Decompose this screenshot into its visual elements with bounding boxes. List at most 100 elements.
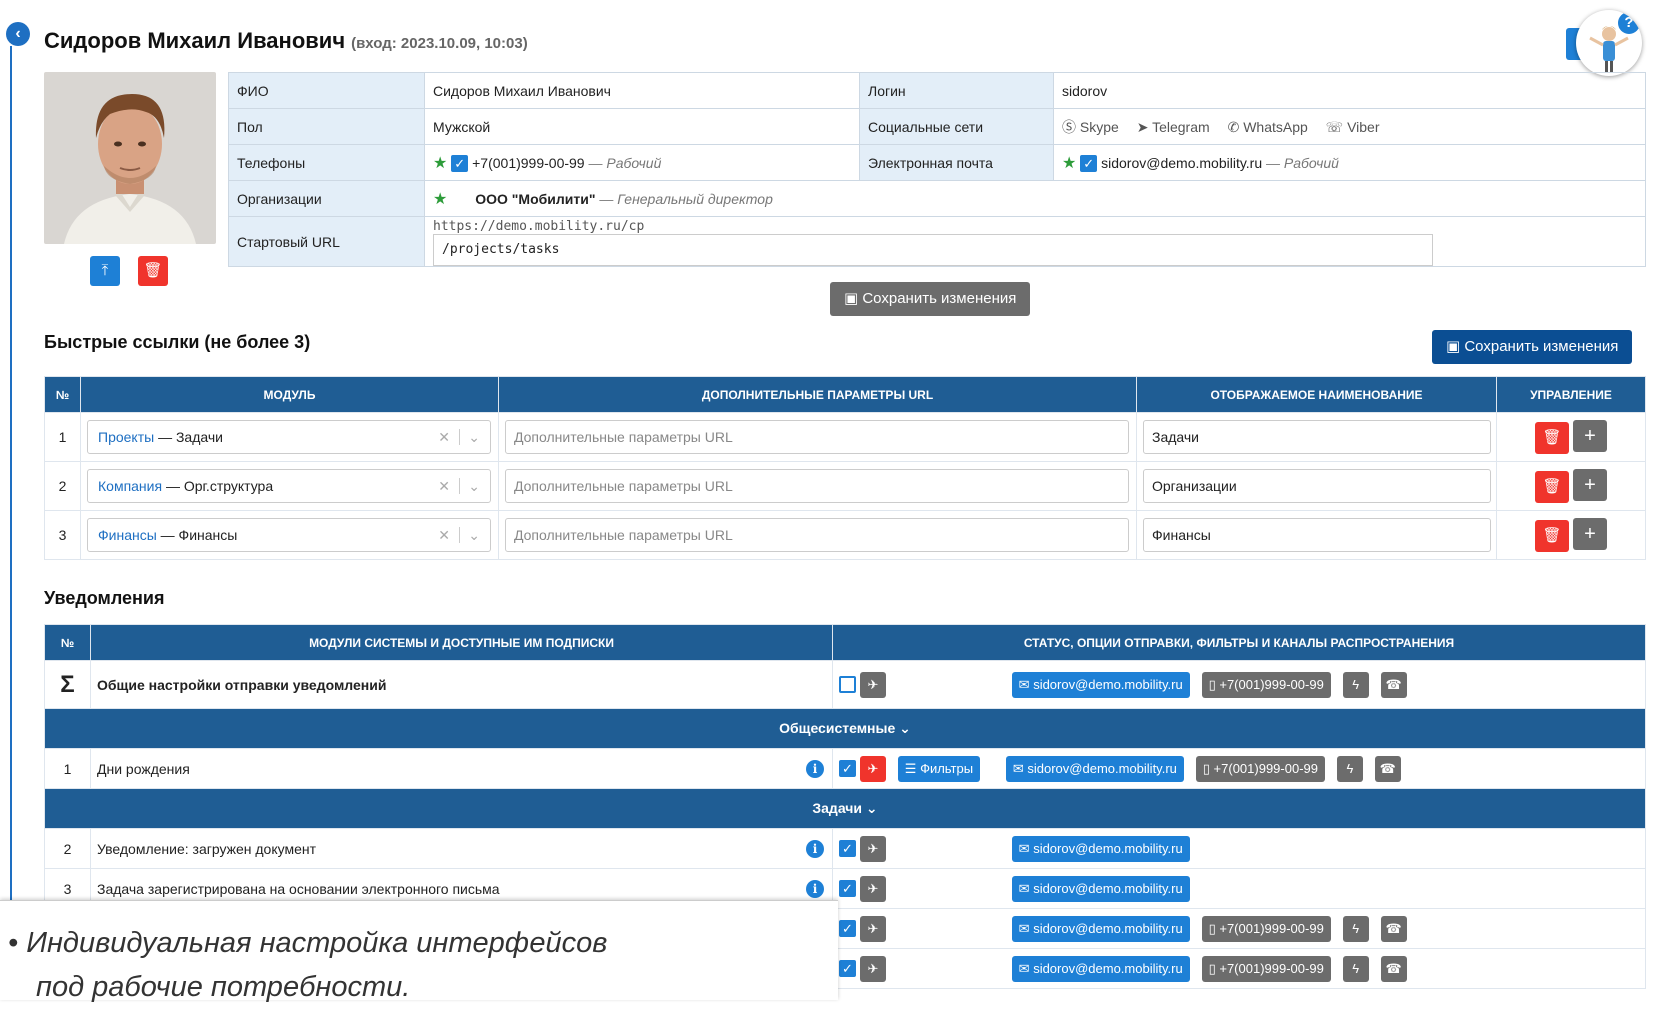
flash-icon[interactable]: ϟ xyxy=(1342,955,1369,982)
email-channel[interactable]: ✉ sidorov@demo.mobility.ru xyxy=(1005,755,1184,782)
caption-line-1: Индивидуальная настройка интерфейсов xyxy=(26,927,608,959)
table-row: 2 Уведомление: загружен документ i ✓ ✈ ✉ … xyxy=(44,828,1646,869)
back-icon[interactable]: ‹ xyxy=(6,22,30,46)
display-name-input[interactable]: Организации xyxy=(1143,469,1491,503)
enable-checkbox[interactable]: ✓ xyxy=(839,920,856,937)
display-name-input[interactable]: Задачи xyxy=(1143,420,1491,454)
flash-icon[interactable]: ϟ xyxy=(1342,915,1369,942)
help-icon[interactable]: ? xyxy=(1618,12,1640,34)
phone-icon[interactable]: ☎ xyxy=(1380,671,1407,698)
delete-icon[interactable]: 🗑 xyxy=(1535,520,1570,552)
add-icon[interactable]: + xyxy=(1572,518,1607,550)
table-row: 2 Компания — Орг.структура ✕ ⌄ Дополнитель… xyxy=(44,461,1646,511)
email-value: sidorov@demo.mobility.ru xyxy=(1101,154,1263,171)
info-icon[interactable]: i xyxy=(806,880,824,898)
caption-line-2: под рабочие потребности. xyxy=(36,971,411,1003)
phone-icon[interactable]: ☎ xyxy=(1380,915,1407,942)
col-params: ДОПОЛНИТЕЛЬНЫЕ ПАРАМЕТРЫ URL xyxy=(498,376,1137,413)
email-cell: ★ ✓ sidorov@demo.mobility.ru — Рабочий xyxy=(1053,144,1646,181)
delete-photo-button[interactable]: 🗑 xyxy=(138,256,168,286)
display-name-input[interactable]: Финансы xyxy=(1143,518,1491,552)
whatsapp-link[interactable]: ✆ WhatsApp xyxy=(1228,119,1308,135)
email-channel[interactable]: ✉ sidorov@demo.mobility.ru xyxy=(1011,875,1190,902)
email-channel[interactable]: ✉ sidorov@demo.mobility.ru xyxy=(1011,915,1190,942)
col-modules: МОДУЛИ СИСТЕМЫ И ДОСТУПНЫЕ ИМ ПОДПИСКИ xyxy=(90,624,833,661)
primary-star-icon[interactable]: ★ xyxy=(433,191,447,208)
page-title: Сидоров Михаил Иванович (вход: 2023.10.09… xyxy=(44,28,528,53)
enable-checkbox[interactable]: ✓ xyxy=(839,960,856,977)
add-icon[interactable]: + xyxy=(1572,469,1607,501)
url-params-input[interactable]: Дополнительные параметры URL xyxy=(505,518,1129,552)
add-icon[interactable]: + xyxy=(1572,420,1607,452)
info-icon[interactable]: i xyxy=(806,760,824,778)
flash-icon[interactable]: ϟ xyxy=(1336,755,1363,782)
col-module: МОДУЛЬ xyxy=(80,376,499,413)
primary-star-icon[interactable]: ★ xyxy=(433,155,447,172)
send-icon[interactable]: ✈ xyxy=(859,755,886,782)
sms-channel[interactable]: ▯ +7(001)999-00-99 xyxy=(1201,955,1331,982)
col-number: № xyxy=(44,624,91,661)
upload-photo-button[interactable]: ⤒ xyxy=(90,256,120,286)
skype-link[interactable]: Ⓢ Skype xyxy=(1062,119,1119,135)
save-links-button[interactable]: ▣ Сохранить изменения xyxy=(1432,330,1633,364)
social-links: Ⓢ Skype ➤ Telegram ✆ WhatsApp ☏ Viber xyxy=(1053,108,1646,145)
flash-icon[interactable]: ϟ xyxy=(1342,671,1369,698)
sms-channel[interactable]: ▯ +7(001)999-00-99 xyxy=(1195,755,1325,782)
email-label: Электронная почта xyxy=(859,144,1054,181)
filters-button[interactable]: ☰ Фильтры xyxy=(897,755,981,782)
viber-link[interactable]: ☏ Viber xyxy=(1326,119,1380,135)
delete-icon[interactable]: 🗑 xyxy=(1535,471,1570,503)
send-icon[interactable]: ✈ xyxy=(859,835,886,862)
group-header[interactable]: Задачи ⌄ xyxy=(44,788,1646,829)
info-icon[interactable]: i xyxy=(806,840,824,858)
bullet: • xyxy=(8,927,27,959)
sms-channel[interactable]: ▯ +7(001)999-00-99 xyxy=(1201,671,1331,698)
notifications-title: Уведомления xyxy=(44,588,165,608)
send-icon[interactable]: ✈ xyxy=(859,915,886,942)
email-channel[interactable]: ✉ sidorov@demo.mobility.ru xyxy=(1011,955,1190,982)
enable-checkbox[interactable]: ✓ xyxy=(839,880,856,897)
enable-checkbox[interactable] xyxy=(839,676,856,693)
send-icon[interactable]: ✈ xyxy=(859,875,886,902)
phone-checkbox[interactable]: ✓ xyxy=(451,155,469,173)
col-status: СТАТУС, ОПЦИИ ОТПРАВКИ, ФИЛЬТРЫ И КАНАЛЫ… xyxy=(832,624,1646,661)
save-profile-button[interactable]: ▣ Сохранить изменения xyxy=(830,282,1031,316)
email-channel[interactable]: ✉ sidorov@demo.mobility.ru xyxy=(1011,835,1190,862)
fio-label: ФИО xyxy=(228,72,425,109)
clear-icon: ✕ xyxy=(438,478,450,494)
email-checkbox[interactable]: ✓ xyxy=(1080,155,1098,173)
module-select[interactable]: Финансы — Финансы ✕ ⌄ xyxy=(87,518,491,552)
email-type: — Рабочий xyxy=(1266,154,1339,171)
phone-icon[interactable]: ☎ xyxy=(1374,755,1401,782)
group-header[interactable]: Общесистемные ⌄ xyxy=(44,708,1646,749)
send-icon[interactable]: ✈ xyxy=(859,955,886,982)
gender-value: Мужской xyxy=(424,108,860,145)
delete-icon[interactable]: 🗑 xyxy=(1535,422,1570,454)
email-channel[interactable]: ✉ sidorov@demo.mobility.ru xyxy=(1011,671,1190,698)
org-label: Организации xyxy=(228,180,425,217)
start-url-input[interactable]: /projects/tasks xyxy=(433,234,1433,266)
table-row: 3 Финансы — Финансы ✕ ⌄ Дополнительные пар… xyxy=(44,510,1646,560)
org-cell: ★ ООО "Мобилити" — Генеральный директор xyxy=(424,180,1646,217)
module-select[interactable]: Проекты — Задачи ✕ ⌄ xyxy=(87,420,491,454)
phones-label: Телефоны xyxy=(228,144,425,181)
module-select[interactable]: Компания — Орг.структура ✕ ⌄ xyxy=(87,469,491,503)
phone-type: — Рабочий xyxy=(588,154,662,171)
help-assistant-icon[interactable]: ? xyxy=(1576,10,1642,76)
phone-value: +7(001)999-00-99 xyxy=(472,154,585,171)
primary-star-icon[interactable]: ★ xyxy=(1062,155,1076,172)
enable-checkbox[interactable]: ✓ xyxy=(839,760,856,777)
url-cell: https://demo.mobility.ru/cp /projects/ta… xyxy=(424,216,1646,267)
chevron-down-icon: ⌄ xyxy=(468,478,480,494)
send-icon[interactable]: ✈ xyxy=(859,671,886,698)
login-value: sidorov xyxy=(1053,72,1646,109)
enable-checkbox[interactable]: ✓ xyxy=(839,840,856,857)
url-params-input[interactable]: Дополнительные параметры URL xyxy=(505,469,1129,503)
url-params-input[interactable]: Дополнительные параметры URL xyxy=(505,420,1129,454)
table-row: 1 Проекты — Задачи ✕ ⌄ Дополнительные пара… xyxy=(44,412,1646,462)
fio-value: Сидоров Михаил Иванович xyxy=(424,72,860,109)
phone-icon[interactable]: ☎ xyxy=(1380,955,1407,982)
telegram-link[interactable]: ➤ Telegram xyxy=(1137,119,1210,135)
sms-channel[interactable]: ▯ +7(001)999-00-99 xyxy=(1201,915,1331,942)
chevron-down-icon: ⌄ xyxy=(468,527,480,543)
